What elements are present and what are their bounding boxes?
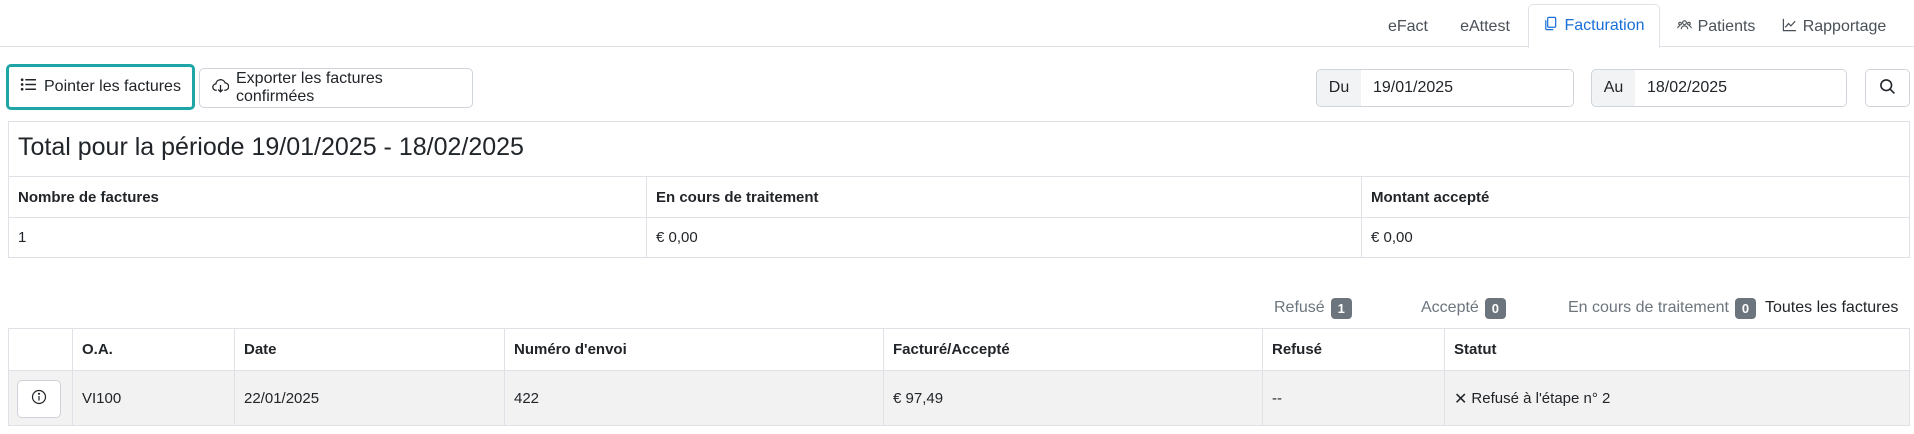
tab-efact-label: eFact (1387, 18, 1428, 35)
tab-efact[interactable]: eFact (1378, 7, 1438, 47)
date-to-input[interactable] (1635, 69, 1847, 107)
tab-patients[interactable]: Patients (1672, 7, 1760, 47)
close-icon: ✕ (1454, 390, 1468, 408)
info-icon (31, 389, 47, 409)
tab-facturation-label: Facturation (1564, 17, 1645, 34)
row-actions-cell (9, 371, 72, 426)
filter-accepte-count: 0 (1484, 297, 1506, 319)
cell-facture: € 97,49 (893, 390, 944, 407)
filter-refuse-count: 1 (1330, 297, 1352, 319)
col-date: Date (244, 341, 277, 358)
pointer-factures-button[interactable]: Pointer les factures (6, 64, 195, 110)
nav-tabs: eFact eAttest Facturation Patients Rappo… (0, 0, 1914, 48)
summary-header-processing: En cours de traitement (656, 188, 819, 206)
cell-numero: 422 (514, 390, 540, 407)
filter-refuse-label: Refusé (1274, 299, 1325, 316)
col-numero-envoi: Numéro d'envoi (514, 341, 627, 358)
search-button[interactable] (1865, 69, 1910, 107)
col-facture-accepte: Facturé/Accepté (893, 341, 1010, 358)
date-from-label: Du (1316, 69, 1362, 107)
tab-eattest-label: eAttest (1460, 18, 1510, 35)
summary-header-count: Nombre de factures (18, 188, 159, 206)
date-from-input[interactable] (1361, 69, 1574, 107)
chart-line-icon (1782, 17, 1797, 37)
filter-en-cours-count: 0 (1734, 297, 1756, 319)
cell-refuse: -- (1272, 390, 1282, 407)
pointer-factures-label: Pointer les factures (44, 78, 181, 95)
search-icon (1879, 78, 1896, 99)
export-confirmed-button[interactable]: Exporter les factures confirmées (199, 68, 473, 108)
tab-rapportage-label: Rapportage (1802, 18, 1887, 35)
cloud-download-icon (212, 77, 230, 99)
tab-facturation[interactable]: Facturation (1528, 4, 1660, 48)
summary-value-count: 1 (18, 229, 27, 246)
summary-header-row: Nombre de factures En cours de traitemen… (9, 176, 1909, 217)
summary-title: Total pour la période 19/01/2025 - 18/02… (18, 133, 524, 161)
summary-value-accepted: € 0,00 (1371, 229, 1413, 246)
filter-en-cours-label: En cours de traitement (1568, 299, 1729, 316)
invoices-table: O.A. Date Numéro d'envoi Facturé/Accepté… (8, 328, 1910, 426)
summary-header-accepted: Montant accepté (1371, 188, 1490, 206)
col-oa: O.A. (82, 341, 113, 358)
tab-eattest[interactable]: eAttest (1448, 7, 1522, 47)
users-icon (1676, 17, 1692, 37)
list-icon (20, 76, 37, 98)
cell-statut-text: Refusé à l'étape n° 2 (1471, 390, 1611, 407)
tab-rapportage[interactable]: Rapportage (1778, 7, 1890, 47)
filter-toutes-label: Toutes les factures (1765, 299, 1899, 316)
summary-value-processing: € 0,00 (656, 229, 698, 246)
table-row[interactable]: VI100 22/01/2025 422 € 97,49 -- ✕ Refusé… (9, 370, 1909, 425)
summary-value-row: 1 € 0,00 € 0,00 (9, 217, 1909, 257)
period-summary: Total pour la période 19/01/2025 - 18/02… (8, 121, 1910, 258)
filter-accepte[interactable]: Accepté 0 (1421, 297, 1506, 319)
date-to-label: Au (1591, 69, 1636, 107)
filter-en-cours[interactable]: En cours de traitement 0 (1568, 297, 1756, 319)
copy-icon (1543, 16, 1558, 36)
tab-patients-label: Patients (1697, 18, 1756, 35)
filter-refuse[interactable]: Refusé 1 (1274, 297, 1352, 319)
col-refuse: Refusé (1272, 341, 1323, 358)
filter-accepte-label: Accepté (1421, 299, 1479, 316)
info-button[interactable] (17, 379, 61, 418)
export-confirmed-label: Exporter les factures confirmées (236, 70, 383, 105)
filter-toutes[interactable]: Toutes les factures (1765, 297, 1898, 319)
cell-date: 22/01/2025 (244, 390, 320, 407)
cell-statut: ✕ Refusé à l'étape n° 2 (1445, 371, 1909, 426)
cell-oa: VI100 (82, 390, 122, 407)
col-statut: Statut (1454, 341, 1497, 358)
table-header-row: O.A. Date Numéro d'envoi Facturé/Accepté… (9, 329, 1909, 370)
